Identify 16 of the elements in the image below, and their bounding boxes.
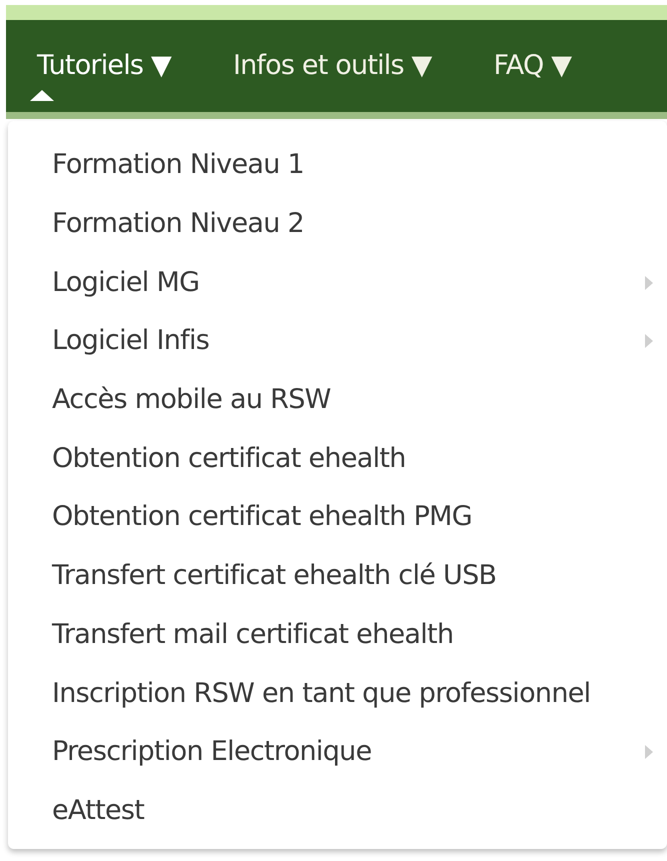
menu-item[interactable]: Accès mobile au RSW [52,384,331,416]
menu-item[interactable]: Logiciel MG [52,266,200,299]
nav-link[interactable]: FAQ ▼ [494,50,572,82]
menu-item[interactable]: Formation Niveau 1 [52,149,304,182]
menu-item[interactable]: Obtention certificat ehealth PMG [52,501,472,534]
nav-link[interactable]: Tutoriels ▼ [37,50,171,82]
menu-item[interactable]: Formation Niveau 2 [52,208,304,240]
menu-item[interactable]: Transfert certificat ehealth clé USB [52,560,496,592]
menu-item[interactable]: eAttest [52,794,144,827]
menu-item[interactable]: Logiciel Infis [52,325,210,358]
menu-item[interactable]: Inscription RSW en tant que professionnel [52,678,590,710]
menu-item[interactable]: Transfert mail certificat ehealth [52,618,454,651]
menu-item[interactable]: Prescription Electronique [52,736,372,768]
menu-item[interactable]: Obtention certificat ehealth [52,442,406,475]
pointer-icon [30,90,54,101]
nav-link[interactable]: Infos et outils ▼ [232,50,432,82]
